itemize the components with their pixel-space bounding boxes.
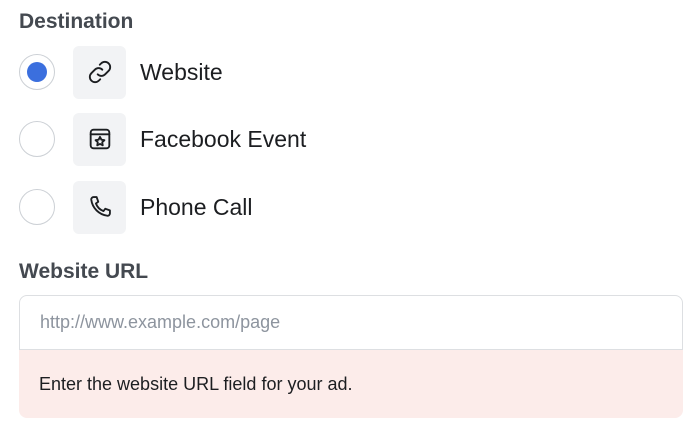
website-url-error: Enter the website URL field for your ad. bbox=[19, 350, 683, 418]
website-url-input[interactable] bbox=[20, 296, 682, 349]
destination-option-website[interactable]: Website bbox=[19, 45, 223, 99]
destination-heading: Destination bbox=[19, 10, 134, 33]
option-label-facebook-event: Facebook Event bbox=[140, 125, 307, 152]
link-icon bbox=[73, 45, 126, 99]
error-message: Enter the website URL field for your ad. bbox=[39, 373, 353, 394]
website-url-heading: Website URL bbox=[19, 260, 149, 283]
radio-website[interactable] bbox=[19, 54, 55, 90]
website-url-field[interactable] bbox=[19, 295, 683, 350]
destination-option-phone-call[interactable]: Phone Call bbox=[19, 180, 253, 234]
destination-form: Destination Website Facebook Event Phone… bbox=[0, 0, 700, 429]
phone-icon bbox=[73, 180, 126, 234]
calendar-star-icon bbox=[73, 112, 126, 166]
radio-facebook-event[interactable] bbox=[19, 121, 55, 157]
radio-phone-call[interactable] bbox=[19, 189, 55, 225]
destination-option-facebook-event[interactable]: Facebook Event bbox=[19, 112, 306, 166]
radio-selected-dot bbox=[27, 62, 47, 82]
option-label-phone-call: Phone Call bbox=[140, 193, 253, 220]
option-label-website: Website bbox=[140, 58, 223, 85]
